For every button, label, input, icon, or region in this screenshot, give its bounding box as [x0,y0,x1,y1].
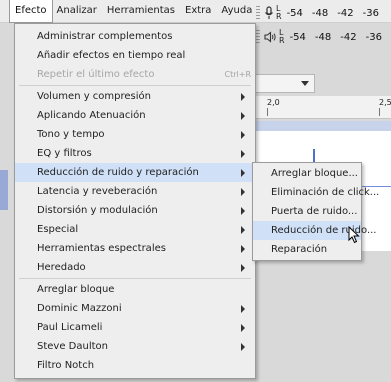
chevron-right-icon [241,206,245,215]
menu-item-label: Tono y tempo [37,129,105,140]
menu-efecto[interactable]: Efecto [9,0,53,23]
microphone-icon [265,6,273,19]
menu-item-distorsion[interactable]: Distorsión y modulación [15,201,255,220]
submenu-item-label: Reparación [271,244,328,255]
menu-item-repetir-ultimo: Repetir el último efecto Ctrl+R [15,65,255,84]
menu-item-latencia[interactable]: Latencia y reveberación [15,182,255,201]
ruler-label: 2,5 [379,98,391,107]
menu-item-anadir-efectos[interactable]: Añadir efectos en tiempo real [15,46,255,65]
submenu-item-puerta-ruido[interactable]: Puerta de ruido... [253,202,361,221]
lr-label: L R [276,5,282,21]
menu-herramientas[interactable]: Herramientas [102,0,180,22]
menu-item-dominic-mazzoni[interactable]: Dominic Mazzoni [15,299,255,318]
menu-item-label: EQ y filtros [37,148,92,159]
menu-item-label: Steve Daulton [37,341,108,352]
selection-combo[interactable] [255,74,315,93]
menu-item-label: Administrar complementos [37,31,173,42]
chevron-right-icon [241,323,245,332]
menu-item-shortcut: Ctrl+R [224,70,252,79]
scale-label: -48 [311,7,329,19]
chevron-right-icon [241,187,245,196]
scale-label: -54 [286,7,303,19]
mouse-cursor-icon [348,226,360,244]
ruler-tick [379,108,380,116]
menu-item-label: Especial [37,224,79,235]
menu-item-administrar-complementos[interactable]: Administrar complementos [15,27,255,46]
chevron-right-icon [241,225,245,234]
recording-meter[interactable]: L R -54 -48 -42 -36 [256,3,391,23]
scale-label: -42 [337,7,354,19]
menu-item-espectrales[interactable]: Herramientas espectrales [15,239,255,258]
playback-meter[interactable]: L R -54 -48 -42 -36 [256,27,391,47]
ruler-tick [267,108,268,116]
toolbar-grip[interactable] [256,30,260,44]
menu-item-label: Herramientas espectrales [37,243,166,254]
menu-item-volumen[interactable]: Volumen y compresión [15,87,255,106]
submenu-item-reparacion[interactable]: Reparación [253,240,361,259]
efecto-menu: Administrar complementos Añadir efectos … [14,23,256,379]
menu-item-especial[interactable]: Especial [15,220,255,239]
menu-item-label: Volumen y compresión [37,91,151,102]
menu-item-label: Filtro Notch [37,360,95,371]
menu-item-heredado[interactable]: Heredado [15,258,255,277]
scale-label: -54 [289,31,306,43]
menu-item-atenuacion[interactable]: Aplicando Atenuación [15,106,255,125]
submenu-item-label: Reducción de ruido... [271,225,377,236]
menu-item-reduccion-ruido[interactable]: Reducción de ruido y reparación [15,163,255,182]
chevron-right-icon [241,263,245,272]
submenu-item-reduccion-ruido[interactable]: Reducción de ruido... [253,221,376,240]
chevron-right-icon [241,111,245,120]
chevron-right-icon [241,342,245,351]
play-meter-scale: -54 -48 -42 -36 [290,32,382,43]
menu-item-label: Añadir efectos en tiempo real [37,50,186,61]
scale-label: -48 [314,31,332,43]
menu-item-steve-daulton[interactable]: Steve Daulton [15,337,255,356]
menu-item-label: Paul Licameli [37,322,103,333]
ruler-label: 2,0 [267,98,280,107]
chevron-right-icon [241,244,245,253]
submenu-item-label: Arreglar bloque... [271,168,358,179]
submenu-item-label: Puerta de ruido... [271,206,358,217]
menu-item-label: Latencia y reveberación [37,186,158,197]
chevron-right-icon [241,92,245,101]
chevron-right-icon [241,149,245,158]
menu-item-label: Reducción de ruido y reparación [37,167,199,178]
chevron-right-icon [241,304,245,313]
toolbar-grip[interactable] [256,6,260,20]
menu-item-label: Repetir el último efecto [37,69,155,80]
menu-item-label: Dominic Mazzoni [37,303,122,314]
menu-item-paul-licameli[interactable]: Paul Licameli [15,318,255,337]
menu-ayuda[interactable]: Ayuda [216,0,257,22]
submenu-item-arreglar-bloque[interactable]: Arreglar bloque... [253,164,361,183]
menu-item-label: Heredado [37,262,86,273]
right-channel-label: R [276,12,282,21]
chevron-down-icon [301,81,309,86]
reduccion-ruido-submenu: Arreglar bloque... Eliminación de click.… [252,162,379,261]
menu-extra[interactable]: Extra [180,0,216,22]
chevron-right-icon [241,130,245,139]
menu-item-label: Arreglar bloque [37,284,115,295]
scale-label: -36 [365,31,382,43]
menu-item-filtro-notch[interactable]: Filtro Notch [15,356,255,375]
submenu-item-label: Eliminación de click... [271,187,380,198]
menu-analizar[interactable]: Analizar [52,0,102,22]
menu-item-eq-filtros[interactable]: EQ y filtros [15,144,255,163]
track-clip-header[interactable] [255,121,391,131]
menu-item-arreglar-bloque[interactable]: Arreglar bloque [15,280,255,299]
track-edge [0,170,8,210]
menu-item-tono-tempo[interactable]: Tono y tempo [15,125,255,144]
scale-label: -36 [362,7,379,19]
menu-separator [19,85,251,86]
menu-item-label: Distorsión y modulación [37,205,158,216]
timeline-ruler[interactable]: 2,0 2,5 [255,96,391,119]
menu-item-label: Aplicando Atenuación [37,110,146,121]
speaker-icon [264,31,276,43]
scale-label: -42 [340,31,357,43]
menu-separator [19,278,251,279]
submenu-item-eliminacion-click[interactable]: Eliminación de click... [253,183,379,202]
lr-label: L R [279,29,285,45]
right-channel-label: R [279,36,285,45]
chevron-right-icon [241,168,245,177]
rec-meter-scale: -54 -48 -42 -36 [287,8,379,19]
